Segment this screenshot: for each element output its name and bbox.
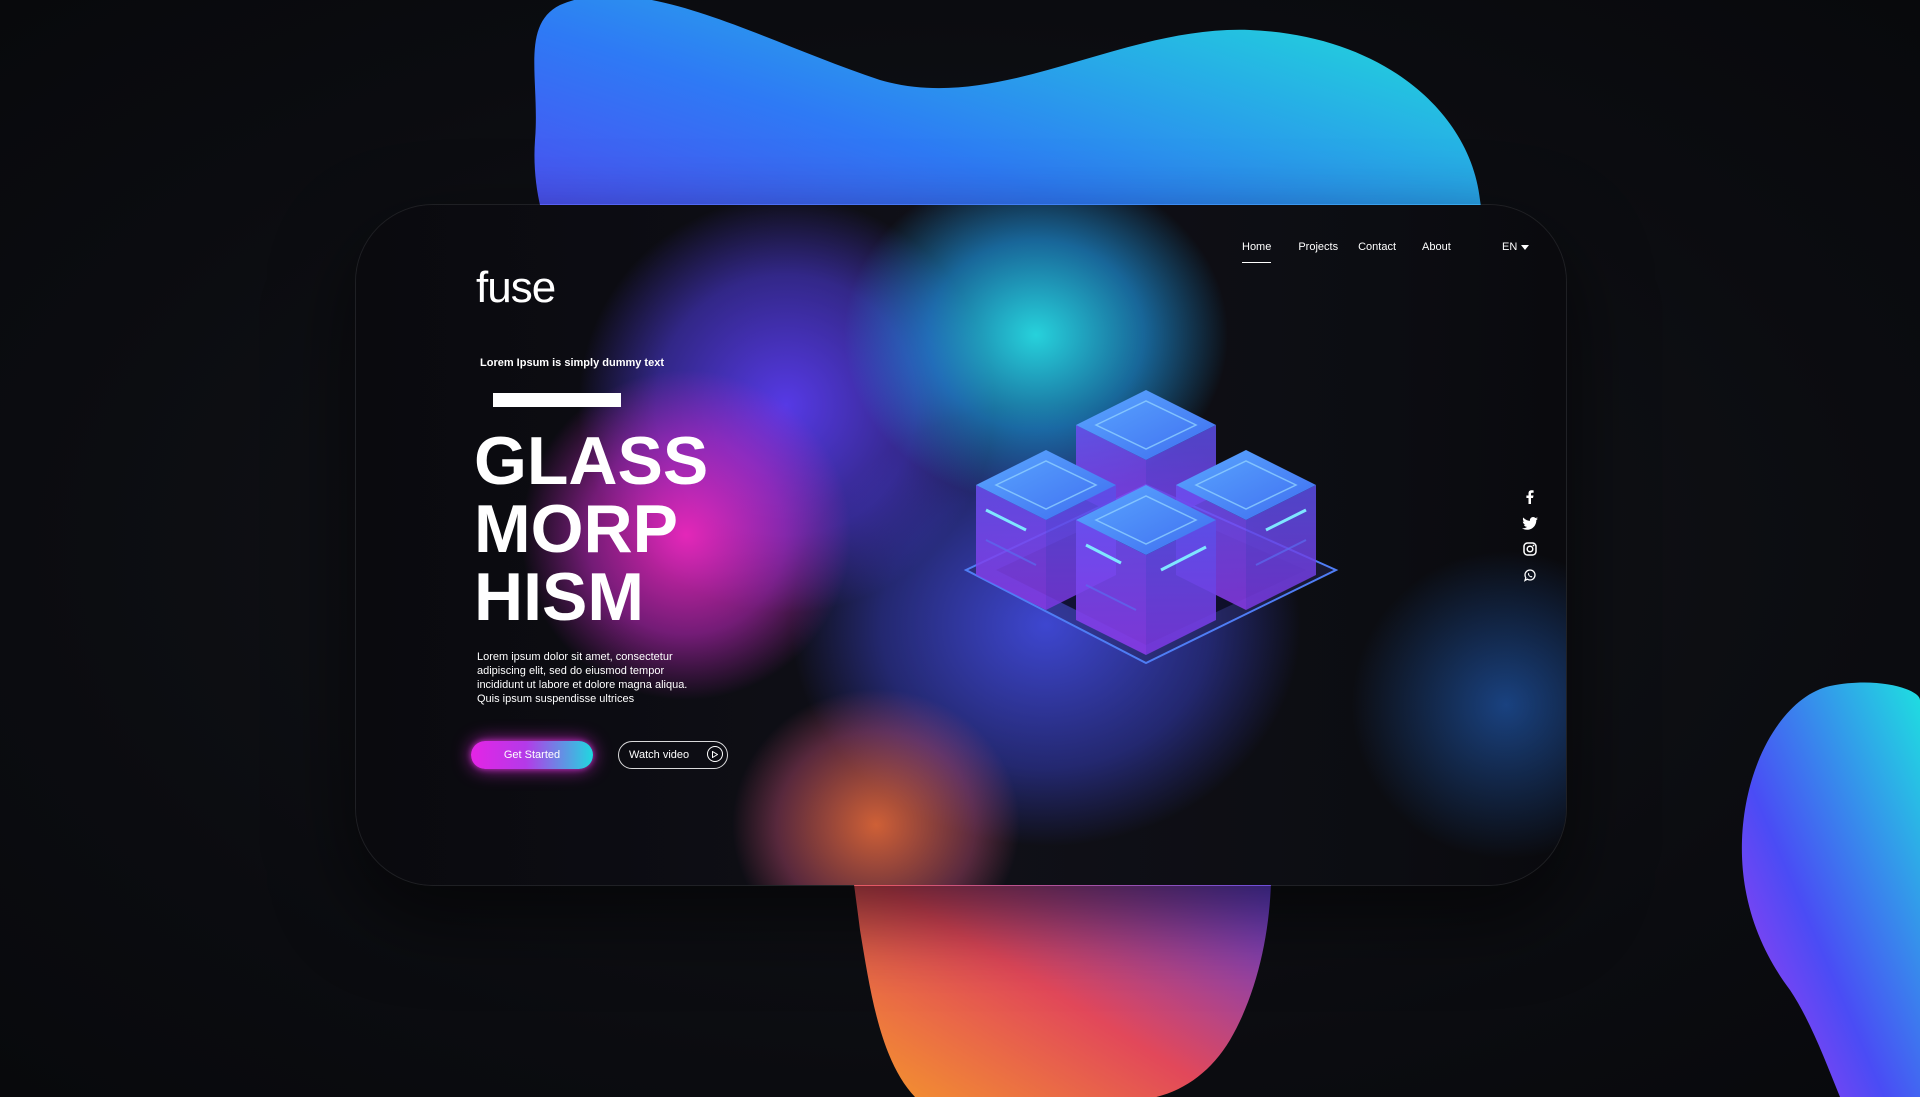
facebook-icon[interactable] bbox=[1522, 489, 1538, 505]
play-icon bbox=[707, 746, 723, 762]
hero-headline: GLASS MORP HISM bbox=[474, 427, 708, 631]
language-label: EN bbox=[1502, 241, 1518, 253]
social-links bbox=[1522, 489, 1538, 583]
language-selector[interactable]: EN bbox=[1502, 241, 1530, 253]
accent-bar bbox=[493, 393, 621, 407]
whatsapp-icon[interactable] bbox=[1522, 567, 1538, 583]
nav-home[interactable]: Home bbox=[1242, 241, 1272, 263]
server-stack-illustration bbox=[963, 390, 1339, 665]
nav-projects[interactable]: Projects bbox=[1298, 241, 1338, 263]
nav-contact[interactable]: Contact bbox=[1358, 241, 1396, 263]
hero-tagline: Lorem Ipsum is simply dummy text bbox=[480, 357, 664, 369]
glass-card: fuse Home Projects Contact About EN Lore… bbox=[355, 204, 1567, 886]
headline-line-2: MORP bbox=[474, 491, 678, 567]
get-started-button[interactable]: Get Started bbox=[471, 741, 593, 769]
headline-line-3: HISM bbox=[474, 559, 644, 635]
hero-description: Lorem ipsum dolor sit amet, consectetur … bbox=[477, 651, 688, 705]
instagram-icon[interactable] bbox=[1522, 541, 1538, 557]
page-background: fuse Home Projects Contact About EN Lore… bbox=[0, 0, 1920, 1097]
watch-video-button[interactable]: Watch video bbox=[618, 741, 728, 769]
chevron-down-icon bbox=[1521, 241, 1530, 253]
watch-video-label: Watch video bbox=[629, 749, 690, 761]
nav-about[interactable]: About bbox=[1422, 241, 1451, 263]
twitter-icon[interactable] bbox=[1522, 515, 1538, 531]
brand-logo[interactable]: fuse bbox=[476, 263, 556, 313]
headline-line-1: GLASS bbox=[474, 423, 709, 499]
top-nav: Home Projects Contact About bbox=[1242, 241, 1451, 263]
